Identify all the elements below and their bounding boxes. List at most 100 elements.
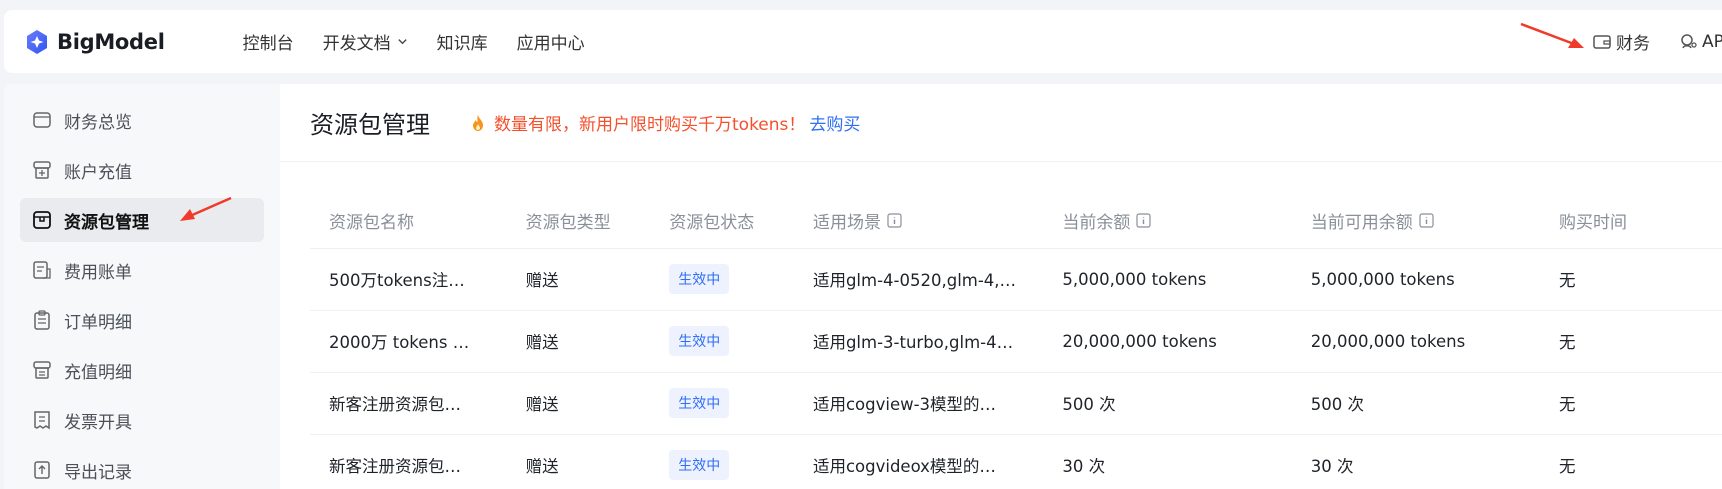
sidebar-item-invoice[interactable]: 发票开具 [20,398,264,442]
cell-package-status: 生效中 [650,247,794,310]
cell-scenario: 适用cogvideox模型的… [793,433,1044,489]
invoice-icon [34,411,50,430]
cell-package-type: 赠送 [506,433,651,489]
col-header-available-balance: 当前可用余额 [1292,194,1540,248]
sidebar-item-label: 费用账单 [64,262,132,283]
export-icon [34,461,50,479]
chevron-down-icon [397,39,407,45]
header-label: 资源包类型 [525,213,611,234]
cell-package-name: 新客注册资源包… [310,371,507,434]
sidebar-item-order-detail[interactable]: 订单明细 [20,298,264,342]
sidebar-item-recharge-detail[interactable]: 充值明细 [20,348,264,392]
table-row: 新客注册资源包… 赠送 生效中 适用cogvideox模型的… 30 次 30 … [310,433,1722,489]
col-header-purchase-time: 购买时间 [1540,194,1722,248]
nav-knowledge-label: 知识库 [436,34,488,54]
sidebar-item-export-record[interactable]: 导出记录 [20,448,264,489]
cell-purchase-time: 无 [1540,247,1722,310]
finance-nav-item[interactable]: 财务 [1592,29,1650,54]
api-nav-item[interactable]: API [1678,32,1722,52]
cell-balance: 5,000,000 tokens [1043,247,1292,310]
sidebar-item-label: 发票开具 [64,412,132,433]
info-icon[interactable] [1136,213,1152,228]
cell-scenario: 适用glm-4-0520,glm-4,… [793,247,1044,310]
nav-console-label: 控制台 [242,34,294,54]
nav-app-center-label: 应用中心 [516,34,585,54]
table-row: 2000万 tokens … 赠送 生效中 适用glm-3-turbo,glm-… [310,309,1722,372]
nav-console[interactable]: 控制台 [243,29,294,54]
col-header-package-status: 资源包状态 [650,194,794,248]
logo-text: BigModel [57,29,165,54]
sidebar: 财务总览 账户充值 资源包管理 费用账单 订单明细 充值明细 发票开具 导出记录 [4,84,280,489]
main-nav: 控制台 开发文档 知识库 应用中心 [243,29,614,54]
top-navigation-bar: BigModel 控制台 开发文档 知识库 应用中心 财务 API [4,10,1722,73]
col-header-package-name: 资源包名称 [310,194,507,248]
status-badge: 生效中 [669,388,730,418]
recharge-icon [33,161,51,179]
page-title: 资源包管理 [310,111,430,139]
package-icon [33,211,51,229]
bill-icon [33,261,51,279]
nav-docs[interactable]: 开发文档 [323,29,408,54]
cell-scenario: 适用cogview-3模型的… [793,371,1044,434]
sidebar-item-label: 资源包管理 [64,212,149,233]
sidebar-item-label: 账户充值 [64,162,132,183]
nav-knowledge[interactable]: 知识库 [437,29,488,54]
table-row: 新客注册资源包… 赠送 生效中 适用cogview-3模型的… 500 次 50… [310,371,1722,434]
cell-balance: 500 次 [1043,371,1292,434]
api-key-icon [1681,33,1697,48]
sidebar-item-package-management[interactable]: 资源包管理 [20,198,264,242]
cell-available-balance: 5,000,000 tokens [1291,247,1541,310]
cell-balance: 30 次 [1043,433,1292,489]
info-icon[interactable] [1419,213,1434,228]
sidebar-item-finance-overview[interactable]: 财务总览 [20,98,264,142]
cell-package-name: 2000万 tokens … [310,309,507,372]
sidebar-item-label: 充值明细 [64,362,132,383]
main-content: 资源包管理 数量有限，新用户限时购买千万tokens！ 去购买 资源包名称 资源… [280,84,1722,489]
logo[interactable]: BigModel [24,29,165,55]
cell-purchase-time: 无 [1540,433,1722,489]
col-header-scenario: 适用场景 [794,194,1043,248]
cell-purchase-time: 无 [1540,309,1722,372]
sidebar-item-label: 财务总览 [64,112,132,133]
cell-available-balance: 500 次 [1291,371,1541,434]
cell-package-name: 新客注册资源包… [310,433,507,489]
col-header-package-type: 资源包类型 [507,194,651,248]
finance-nav-label: 财务 [1616,34,1650,54]
fire-icon [473,114,483,131]
cell-available-balance: 20,000,000 tokens [1291,309,1541,372]
table-header-row: 资源包名称 资源包类型 资源包状态 适用场景 当前余额 当前可用余额 购买时间 [310,194,1722,248]
cell-package-status: 生效中 [650,371,794,434]
wallet-icon [33,112,51,128]
header-label: 当前可用余额 [1310,213,1413,234]
cell-package-type: 赠送 [506,247,651,310]
status-badge: 生效中 [669,326,730,356]
clipboard-icon [34,310,50,330]
table-row: 500万tokens注… 赠送 生效中 适用glm-4-0520,glm-4,…… [310,247,1722,310]
header-label: 购买时间 [1559,213,1628,234]
cell-package-type: 赠送 [506,309,651,372]
api-nav-label: API [1702,31,1722,52]
nav-app-center[interactable]: 应用中心 [517,29,585,54]
sidebar-item-label: 订单明细 [64,312,132,333]
nav-docs-label: 开发文档 [322,34,391,54]
header-label: 资源包状态 [669,213,755,234]
cell-package-status: 生效中 [650,433,794,489]
sidebar-item-label: 导出记录 [64,462,132,483]
cell-balance: 20,000,000 tokens [1043,309,1292,372]
header-label: 资源包名称 [329,213,414,234]
status-badge: 生效中 [669,450,730,481]
sidebar-item-recharge[interactable]: 账户充值 [20,148,264,192]
buy-now-link[interactable]: 去购买 [809,110,860,135]
page-header: 资源包管理 数量有限，新用户限时购买千万tokens！ 去购买 [280,84,1722,162]
cell-package-type: 赠送 [506,371,651,434]
cell-available-balance: 30 次 [1291,433,1541,489]
info-icon[interactable] [887,213,902,228]
wallet-icon [1593,34,1611,49]
resource-package-table: 资源包名称 资源包类型 资源包状态 适用场景 当前余额 当前可用余额 购买时间 … [310,194,1722,489]
cell-purchase-time: 无 [1540,371,1722,434]
cell-scenario: 适用glm-3-turbo,glm-4… [793,309,1044,372]
header-label: 当前余额 [1062,213,1131,234]
recharge-detail-icon [33,361,51,379]
sidebar-item-bill[interactable]: 费用账单 [20,248,264,292]
bigmodel-logo-icon [27,29,47,54]
